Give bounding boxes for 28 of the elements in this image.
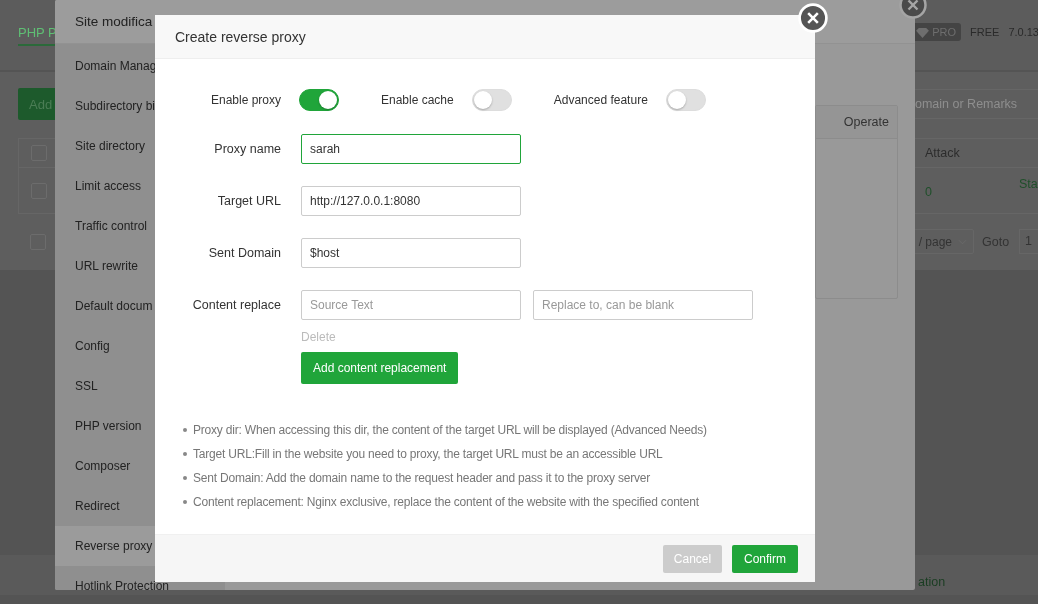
field-label: Proxy name [213,142,281,156]
note-text: Content replacement: Nginx exclusive, replace the content of the website with the specified content [193,495,699,509]
field-label: Content replace [191,298,281,312]
toggle-label: Enable cache [381,93,454,107]
bullet-icon [183,500,187,504]
column-header: Operate [816,106,897,139]
note-text: Proxy dir: When accessing this dir, the content of the target URL will be displayed (Advanced Needs) [193,423,707,437]
diamond-icon [916,26,930,38]
toggle-label: Enable proxy [209,93,281,107]
input-field[interactable]: Replace to, can be blank [533,290,753,320]
toggle-switch[interactable] [299,89,339,111]
input-field[interactable]: $host [301,238,521,268]
field-label: Target URL [216,194,281,208]
dialog-title: Create reverse proxy [175,28,306,45]
note-text: Target URL:Fill in the website you need to proxy, the target URL must be an accessible URL [193,447,663,461]
bullet-icon [183,452,187,456]
table-cell: 0 [925,184,932,199]
bullet-icon [183,476,187,480]
add-content-button[interactable]: Add content replacement [301,352,459,384]
field-label: Sent Domain [207,246,281,260]
input-field[interactable]: sarah [301,134,521,164]
note-text: Sent Domain: Add the domain name to the request header and pass it to the proxy server [193,471,651,485]
confirm-button[interactable]: Confirm [732,544,798,573]
bullet-icon [183,428,187,432]
toggle-label: Advanced feature [553,93,648,107]
input-field[interactable]: Source Text [301,290,521,320]
input-field[interactable]: http://127.0.0.1:8080 [301,186,521,216]
modal-title: Site modifica [75,14,153,29]
